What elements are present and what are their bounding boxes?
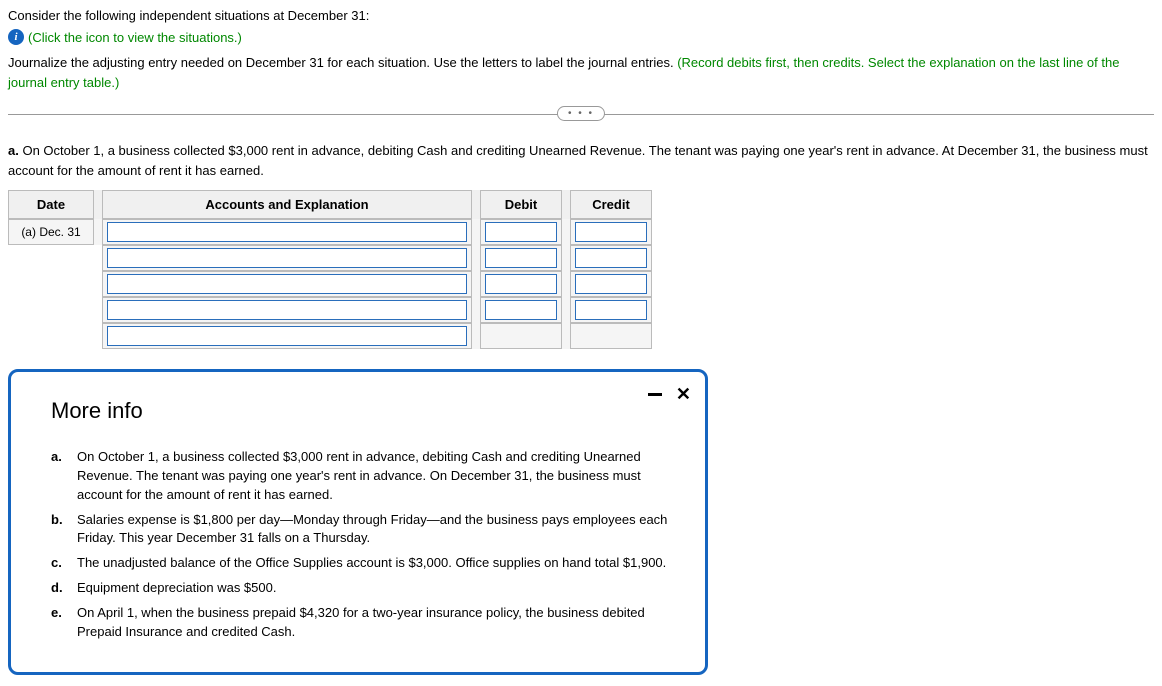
debit-input[interactable]	[485, 222, 557, 242]
header-date: Date	[8, 190, 94, 219]
link-text: (Click the icon to view the situations.)	[28, 28, 242, 48]
situation-a-label: a.	[8, 143, 19, 158]
info-list: a.On October 1, a business collected $3,…	[41, 448, 675, 642]
header-credit: Credit	[570, 190, 652, 219]
account-input[interactable]	[107, 248, 467, 268]
intro-line: Consider the following independent situa…	[8, 6, 1154, 26]
table-row	[8, 297, 652, 323]
item-text: The unadjusted balance of the Office Sup…	[77, 554, 675, 573]
credit-input[interactable]	[575, 274, 647, 294]
list-item: c. The unadjusted balance of the Office S…	[51, 554, 675, 573]
expand-dots-button[interactable]: • • •	[557, 106, 605, 121]
credit-input[interactable]	[575, 300, 647, 320]
situation-a-text: a. On October 1, a business collected $3…	[8, 141, 1154, 180]
item-text: Equipment depreciation was $500.	[77, 579, 675, 598]
account-input[interactable]	[107, 274, 467, 294]
debit-input[interactable]	[485, 300, 557, 320]
explanation-input[interactable]	[107, 326, 467, 346]
instructions: Journalize the adjusting entry needed on…	[8, 53, 1154, 92]
item-text: On October 1, a business collected $3,00…	[77, 448, 675, 505]
view-situations-link[interactable]: i (Click the icon to view the situations…	[8, 28, 1154, 48]
account-input[interactable]	[107, 222, 467, 242]
list-item: e. On April 1, when the business prepaid …	[51, 604, 675, 642]
item-label: d.	[51, 579, 67, 598]
account-input[interactable]	[107, 300, 467, 320]
list-item: b. Salaries expense is $1,800 per day—Mon…	[51, 511, 675, 549]
item-text: Salaries expense is $1,800 per day—Monda…	[77, 511, 675, 549]
info-icon: i	[8, 29, 24, 45]
item-label: b.	[51, 511, 67, 549]
item-label: e.	[51, 604, 67, 642]
table-row	[8, 271, 652, 297]
table-header-row: Date Accounts and Explanation Debit Cred…	[8, 190, 652, 219]
table-row	[8, 245, 652, 271]
gap	[94, 190, 102, 219]
header-debit: Debit	[480, 190, 562, 219]
item-text: On April 1, when the business prepaid $4…	[77, 604, 675, 642]
table-row: (a) Dec. 31	[8, 219, 652, 245]
table-row	[8, 323, 652, 349]
gap	[472, 190, 480, 219]
situation-a-body: On October 1, a business collected $3,00…	[8, 143, 1148, 178]
list-item: d. Equipment depreciation was $500.	[51, 579, 675, 598]
debit-input[interactable]	[485, 274, 557, 294]
journal-entry-table: Date Accounts and Explanation Debit Cred…	[8, 190, 652, 349]
list-item: a.On October 1, a business collected $3,…	[51, 448, 675, 505]
close-icon[interactable]: ✕	[676, 384, 691, 405]
modal-title: More info	[51, 398, 675, 424]
debit-input[interactable]	[485, 248, 557, 268]
item-label: c.	[51, 554, 67, 573]
header-accounts: Accounts and Explanation	[102, 190, 472, 219]
credit-input[interactable]	[575, 222, 647, 242]
item-label: a.	[51, 448, 67, 505]
date-cell: (a) Dec. 31	[8, 219, 94, 245]
credit-input[interactable]	[575, 248, 647, 268]
more-info-modal: ✕ More info a.On October 1, a business c…	[8, 369, 708, 675]
instruct-black: Journalize the adjusting entry needed on…	[8, 55, 677, 70]
gap	[562, 190, 570, 219]
minimize-icon[interactable]	[648, 393, 662, 396]
